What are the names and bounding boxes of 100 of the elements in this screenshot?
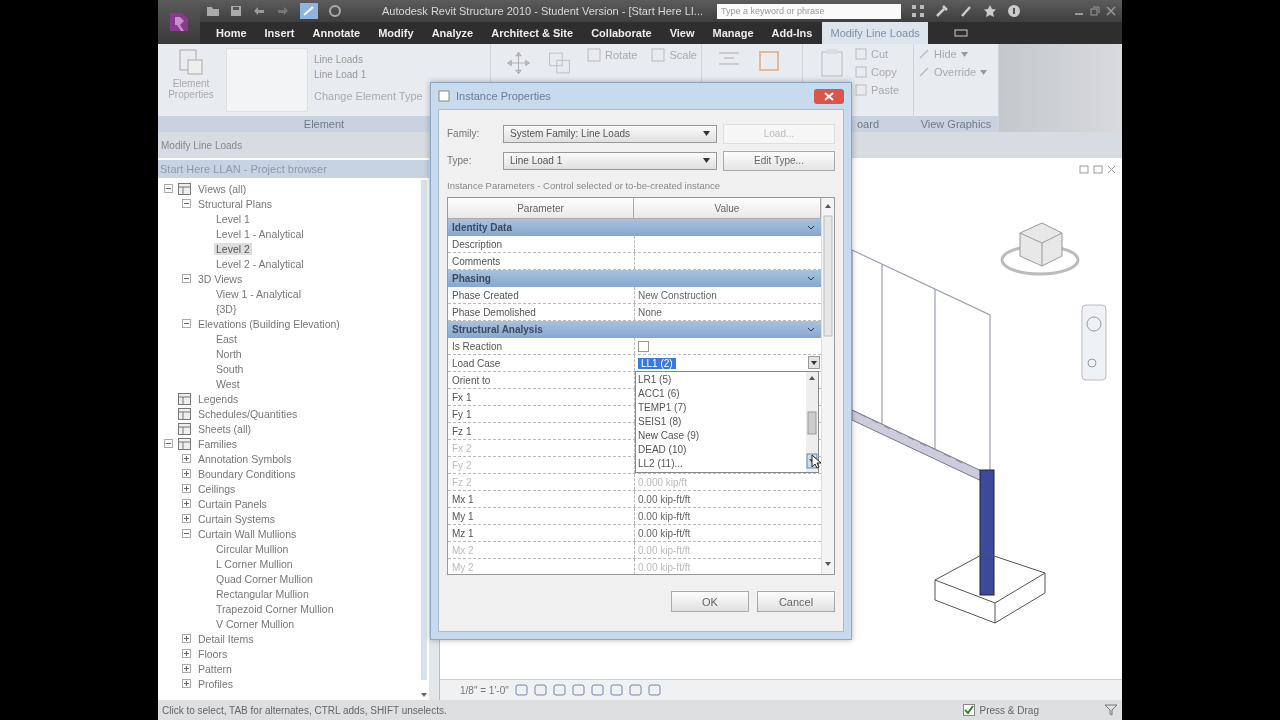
tree-item[interactable]: Legends <box>196 392 241 405</box>
expand-toggle-icon[interactable] <box>182 484 191 493</box>
ribbon-tab[interactable]: Modify <box>370 22 422 44</box>
star-icon[interactable] <box>983 4 997 18</box>
save-icon[interactable] <box>230 5 242 17</box>
parameter-value[interactable]: 0.00 kip-ft/ft <box>638 493 691 505</box>
view-control-icon[interactable] <box>552 684 566 696</box>
collapse-icon[interactable] <box>807 274 815 283</box>
parameter-value[interactable]: None <box>638 306 662 318</box>
tree-item[interactable]: Sheets (all) <box>196 422 254 435</box>
filter-icon[interactable] <box>1104 704 1118 716</box>
tree-item[interactable]: Curtain Wall Mullions <box>196 527 299 540</box>
group-header[interactable]: Identity Data <box>448 219 821 236</box>
expand-toggle-icon[interactable] <box>182 529 191 538</box>
tree-item[interactable]: Pattern <box>196 662 234 675</box>
list-option[interactable]: TEMP1 (7) <box>638 401 804 415</box>
parameter-value[interactable]: 0.00 kip-ft/ft <box>638 527 691 539</box>
collapse-icon[interactable] <box>807 223 815 232</box>
tree-item[interactable]: West <box>214 377 242 390</box>
pen-icon[interactable] <box>959 4 973 18</box>
expand-toggle-icon[interactable] <box>182 649 191 658</box>
close-icon[interactable] <box>1106 6 1116 16</box>
ribbon-tab[interactable]: Collaborate <box>583 22 660 44</box>
ribbon-tab[interactable]: Modify Line Loads <box>822 22 928 44</box>
list-option[interactable]: LL2 (11)... <box>638 457 804 471</box>
redo-icon[interactable] <box>276 5 290 17</box>
tree-item[interactable]: Curtain Systems <box>196 512 278 525</box>
tree-item[interactable]: Ceilings <box>196 482 238 495</box>
tree-item[interactable]: Annotation Symbols <box>196 452 294 465</box>
dropdown-field[interactable]: Line Load 1 <box>503 151 717 170</box>
scrollbar[interactable] <box>420 178 429 698</box>
list-option[interactable]: LR1 (5) <box>638 373 804 387</box>
expand-toggle-icon[interactable] <box>182 454 191 463</box>
selected-load-case[interactable]: LL1 (2) <box>638 357 676 369</box>
ribbon-tab[interactable]: View <box>661 22 703 44</box>
ribbon-tab[interactable]: Architect & Site <box>483 22 582 44</box>
tree-item[interactable]: Floors <box>196 647 230 660</box>
expand-toggle-icon[interactable] <box>182 469 191 478</box>
tree-item[interactable]: Level 1 <box>214 212 252 225</box>
scale-label[interactable]: 1/8" = 1'-0" <box>460 684 509 696</box>
ribbon-tab[interactable]: Add-Ins <box>763 22 821 44</box>
tree-item[interactable]: 3D Views <box>196 272 245 285</box>
dialog-button[interactable]: Edit Type... <box>723 150 835 171</box>
scrollbar[interactable] <box>821 198 834 574</box>
ribbon-tab[interactable]: Analyze <box>423 22 482 44</box>
grid-icon[interactable] <box>911 4 925 18</box>
list-option[interactable]: New Case (9) <box>638 429 804 443</box>
tree-item[interactable]: Level 2 - Analytical <box>214 257 306 270</box>
ribbon-tab[interactable]: Annotate <box>304 22 369 44</box>
expand-toggle-icon[interactable] <box>182 679 191 688</box>
ribbon-tab[interactable]: Home <box>208 22 255 44</box>
expand-toggle-icon[interactable] <box>182 274 191 283</box>
expand-toggle-icon[interactable] <box>182 319 191 328</box>
expand-toggle-icon[interactable] <box>182 634 191 643</box>
tree-item[interactable]: View 1 - Analytical <box>214 287 303 300</box>
group-header[interactable]: Phasing <box>448 270 821 287</box>
panel-toggle-icon[interactable] <box>953 29 968 37</box>
wrench-icon[interactable] <box>935 4 949 18</box>
tree-item[interactable]: Structural Plans <box>196 197 275 210</box>
expand-toggle-icon[interactable] <box>182 514 191 523</box>
view-control-icon[interactable] <box>609 684 623 696</box>
tree-item[interactable]: Boundary Conditions <box>196 467 298 480</box>
restore-icon[interactable] <box>1090 6 1100 16</box>
help-icon[interactable] <box>1007 4 1021 18</box>
ribbon-tab[interactable]: Manage <box>704 22 762 44</box>
collapse-icon[interactable] <box>807 325 815 334</box>
tree-item[interactable]: Profiles <box>196 677 235 690</box>
app-menu-button[interactable] <box>158 0 200 44</box>
view-control-icon[interactable] <box>647 684 661 696</box>
ribbon-tab[interactable]: Insert <box>256 22 303 44</box>
view-control-icon[interactable] <box>571 684 585 696</box>
view-control-icon[interactable] <box>590 684 604 696</box>
group-header[interactable]: Structural Analysis <box>448 321 821 338</box>
checkbox[interactable] <box>638 340 649 352</box>
tree-item[interactable]: Level 2 <box>214 242 252 255</box>
dropdown-field[interactable]: System Family: Line Loads <box>503 124 717 143</box>
sync-icon[interactable] <box>328 4 342 18</box>
tree-item[interactable]: Schedules/Quantities <box>196 407 300 420</box>
tree-item[interactable]: Level 1 - Analytical <box>214 227 306 240</box>
tree-item[interactable]: L Corner Mullion <box>214 557 295 570</box>
tree-item[interactable]: Detail Items <box>196 632 256 645</box>
tree-item[interactable]: North <box>214 347 244 360</box>
expand-toggle-icon[interactable] <box>182 664 191 673</box>
expand-toggle-icon[interactable] <box>182 499 191 508</box>
tree-item[interactable]: Views (all) <box>196 182 249 195</box>
list-option[interactable]: DEAD (10) <box>638 443 804 457</box>
undo-icon[interactable] <box>252 5 266 17</box>
tree-item[interactable]: Trapezoid Corner Mullion <box>214 602 336 615</box>
model-drawing[interactable] <box>851 249 1046 624</box>
tree-item[interactable]: Circular Mullion <box>214 542 291 555</box>
tree-item[interactable]: V Corner Mullion <box>214 617 297 630</box>
open-icon[interactable] <box>206 5 220 17</box>
view-control-icon[interactable] <box>628 684 642 696</box>
expand-toggle-icon[interactable] <box>182 199 191 208</box>
checkbox[interactable] <box>962 704 975 716</box>
tree-item[interactable]: Elevations (Building Elevation) <box>196 317 342 330</box>
tree-item[interactable]: Curtain Panels <box>196 497 269 510</box>
list-option[interactable]: SEIS1 (8) <box>638 415 804 429</box>
view-control-icon[interactable] <box>514 684 528 696</box>
tree-item[interactable]: Rectangular Mullion <box>214 587 311 600</box>
